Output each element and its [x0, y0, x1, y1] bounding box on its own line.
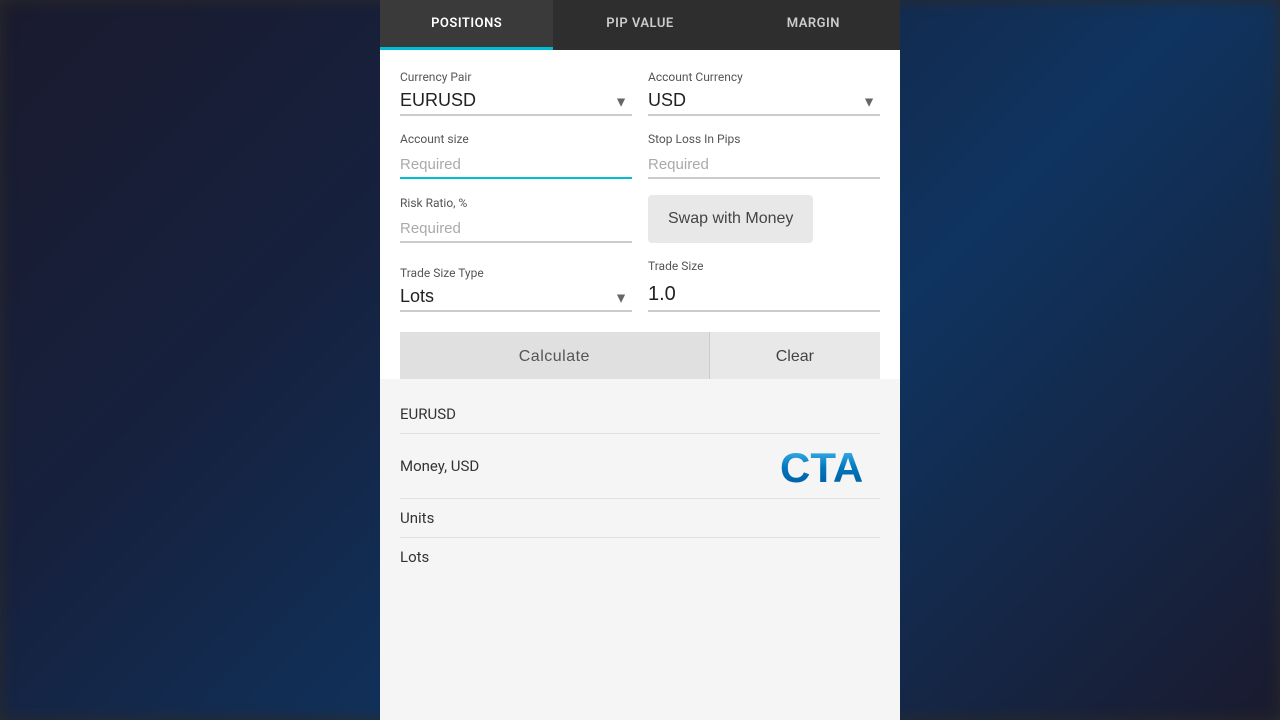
- result-item-money: Money, USD CTA: [400, 434, 880, 499]
- account-size-label: Account size: [400, 132, 632, 146]
- tab-margin[interactable]: MARGIN: [727, 0, 900, 50]
- swap-with-money-button[interactable]: Swap with Money: [648, 195, 813, 243]
- cta-logo-svg: CTA: [780, 444, 880, 488]
- row-currency: Currency Pair EURUSD GBPUSD USDJPY USDCH…: [400, 70, 880, 116]
- trade-size-type-wrapper: Lots Units Mini Lots Micro Lots ▼: [400, 286, 632, 312]
- result-item-currency: EURUSD: [400, 395, 880, 434]
- main-panel: POSITIONS PIP VALUE MARGIN Currency Pair…: [380, 0, 900, 720]
- account-currency-select[interactable]: USD EUR GBP JPY: [648, 90, 880, 110]
- row-risk-swap: Risk Ratio, % Swap with Money: [400, 195, 880, 243]
- result-item-lots: Lots: [400, 538, 880, 576]
- risk-ratio-input[interactable]: [400, 216, 632, 243]
- row-trade: Trade Size Type Lots Units Mini Lots Mic…: [400, 259, 880, 312]
- tab-bar: POSITIONS PIP VALUE MARGIN: [380, 0, 900, 50]
- account-size-group: Account size: [400, 132, 632, 179]
- cta-logo: CTA: [780, 444, 880, 488]
- action-buttons-row: Calculate Clear: [400, 332, 880, 379]
- stop-loss-input[interactable]: [648, 152, 880, 179]
- result-money-label: Money, USD: [400, 457, 479, 475]
- risk-ratio-group: Risk Ratio, %: [400, 196, 632, 243]
- currency-pair-label: Currency Pair: [400, 70, 632, 84]
- row-account-stop: Account size Stop Loss In Pips: [400, 132, 880, 179]
- trade-size-group: Trade Size: [648, 259, 880, 312]
- result-lots-label: Lots: [400, 548, 429, 566]
- result-item-units: Units: [400, 499, 880, 538]
- trade-size-input[interactable]: [648, 279, 880, 312]
- trade-size-label: Trade Size: [648, 259, 880, 273]
- currency-pair-select[interactable]: EURUSD GBPUSD USDJPY USDCHF: [400, 90, 632, 110]
- svg-text:CTA: CTA: [780, 444, 863, 488]
- form-area: Currency Pair EURUSD GBPUSD USDJPY USDCH…: [380, 50, 900, 379]
- stop-loss-label: Stop Loss In Pips: [648, 132, 880, 146]
- account-currency-group: Account Currency USD EUR GBP JPY ▼: [648, 70, 880, 116]
- account-currency-wrapper: USD EUR GBP JPY ▼: [648, 90, 880, 116]
- trade-size-type-label: Trade Size Type: [400, 266, 632, 280]
- result-units-label: Units: [400, 509, 434, 527]
- currency-pair-group: Currency Pair EURUSD GBPUSD USDJPY USDCH…: [400, 70, 632, 116]
- risk-ratio-label: Risk Ratio, %: [400, 196, 632, 210]
- account-currency-label: Account Currency: [648, 70, 880, 84]
- trade-size-type-group: Trade Size Type Lots Units Mini Lots Mic…: [400, 266, 632, 312]
- result-currency-label: EURUSD: [400, 405, 456, 423]
- tab-pip-value[interactable]: PIP VALUE: [553, 0, 726, 50]
- tab-positions[interactable]: POSITIONS: [380, 0, 553, 50]
- calculate-button[interactable]: Calculate: [400, 332, 709, 379]
- account-size-input[interactable]: [400, 152, 632, 179]
- trade-size-type-select[interactable]: Lots Units Mini Lots Micro Lots: [400, 286, 632, 306]
- swap-btn-container: Swap with Money: [648, 195, 880, 243]
- clear-button[interactable]: Clear: [709, 332, 880, 379]
- currency-pair-wrapper: EURUSD GBPUSD USDJPY USDCHF ▼: [400, 90, 632, 116]
- results-area: EURUSD Money, USD CTA: [380, 379, 900, 720]
- stop-loss-group: Stop Loss In Pips: [648, 132, 880, 179]
